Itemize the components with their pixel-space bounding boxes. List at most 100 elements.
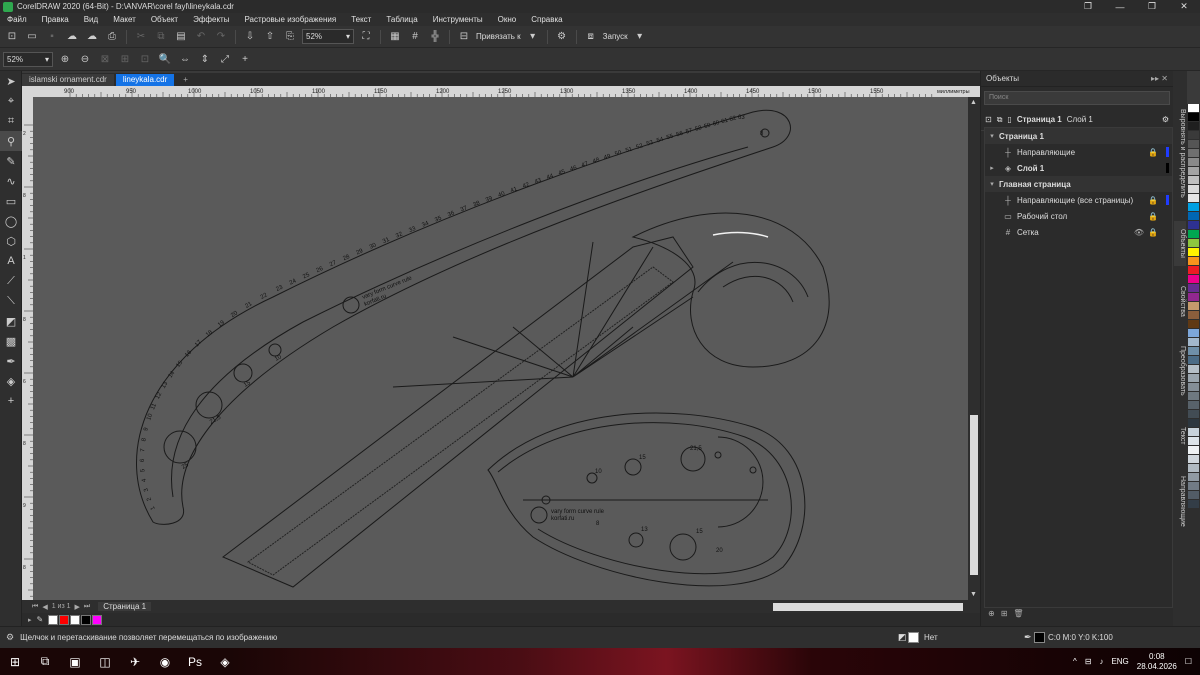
tray-chevron-icon[interactable]: ^ bbox=[1073, 657, 1077, 666]
tab-transform[interactable]: Преобразовать bbox=[1174, 336, 1186, 406]
zoom-level-combo[interactable]: 52% ▾ bbox=[302, 29, 354, 44]
new-tab-icon[interactable]: + bbox=[176, 74, 195, 86]
palette-color-swatch[interactable] bbox=[1188, 176, 1199, 185]
palette-color-swatch[interactable] bbox=[1188, 167, 1199, 176]
palette-color-swatch[interactable] bbox=[1188, 482, 1199, 491]
swatch-white[interactable] bbox=[70, 614, 81, 625]
swatch-red[interactable] bbox=[59, 614, 70, 625]
palette-color-swatch[interactable] bbox=[1188, 194, 1199, 203]
palette-color-swatch[interactable] bbox=[1188, 212, 1199, 221]
tree-row-guides[interactable]: ┼ Направляющие 🔒 bbox=[985, 144, 1172, 160]
lock-icon[interactable]: 🔒 bbox=[1148, 228, 1158, 237]
show-guidelines-icon[interactable]: ╬ bbox=[427, 29, 443, 45]
palette-color-swatch[interactable] bbox=[1188, 365, 1199, 374]
scroll-down-icon[interactable]: ▼ bbox=[970, 591, 977, 598]
paste-icon[interactable]: ▤ bbox=[173, 29, 189, 45]
menu-effects[interactable]: Эффекты bbox=[186, 15, 237, 24]
tab-islamski-ornament[interactable]: islamski ornament.cdr bbox=[22, 74, 114, 86]
scroll-up-icon[interactable]: ▲ bbox=[970, 99, 977, 106]
horizontal-ruler[interactable]: 900 950 1000 1050 1100 1150 1200 1250 1300 1350 14… bbox=[22, 86, 980, 97]
text-tool-icon[interactable]: A bbox=[0, 251, 22, 271]
palette-color-swatch[interactable] bbox=[1188, 383, 1199, 392]
palette-color-swatch[interactable] bbox=[1188, 185, 1199, 194]
palette-color-swatch[interactable] bbox=[1188, 257, 1199, 266]
palette-color-swatch[interactable] bbox=[1188, 311, 1199, 320]
palette-color-swatch[interactable] bbox=[1188, 275, 1199, 284]
zoom-page-icon[interactable]: ⊡ bbox=[137, 51, 153, 67]
volume-icon[interactable]: ♪ bbox=[1099, 657, 1103, 666]
objects-search-input[interactable]: Поиск bbox=[984, 91, 1170, 105]
shape-tool-icon[interactable]: ⌖ bbox=[0, 91, 22, 111]
palette-color-swatch[interactable] bbox=[1188, 410, 1199, 419]
palette-color-swatch[interactable] bbox=[1188, 302, 1199, 311]
tree-row-page1[interactable]: ▾ Страница 1 bbox=[985, 128, 1172, 144]
new-layer-icon[interactable]: ⊕ bbox=[988, 609, 995, 623]
swatch-black[interactable] bbox=[81, 614, 92, 625]
collapse-icon[interactable]: ▸▸ ✕ bbox=[1151, 74, 1168, 83]
expand-arrow-icon[interactable]: ▸ bbox=[985, 164, 999, 172]
open-folder-icon[interactable]: ▭ bbox=[24, 29, 40, 45]
palette-color-swatch[interactable] bbox=[1188, 122, 1199, 131]
outline-swatch[interactable] bbox=[1034, 632, 1045, 643]
add-icon[interactable]: + bbox=[237, 51, 253, 67]
palette-color-swatch[interactable] bbox=[1188, 293, 1199, 302]
palette-color-swatch[interactable] bbox=[1188, 419, 1199, 428]
next-page-icon[interactable]: ▶ bbox=[75, 603, 80, 611]
drop-shadow-icon[interactable]: ◩ bbox=[0, 311, 22, 331]
palette-color-swatch[interactable] bbox=[1188, 203, 1199, 212]
palette-color-swatch[interactable] bbox=[1188, 140, 1199, 149]
palette-color-swatch[interactable] bbox=[1188, 455, 1199, 464]
print-icon[interactable]: ⎙ bbox=[104, 29, 120, 45]
tree-row-master-page[interactable]: ▾ Главная страница bbox=[985, 176, 1172, 192]
menu-file[interactable]: Файл bbox=[0, 15, 35, 24]
tab-objects[interactable]: Объекты bbox=[1174, 221, 1186, 266]
horizontal-scroll-thumb[interactable] bbox=[773, 603, 963, 611]
outline-pen-icon[interactable]: ✒ bbox=[1024, 632, 1032, 643]
windows-start-icon[interactable]: ⊞ bbox=[0, 648, 30, 675]
vertical-ruler[interactable]: 281868981 bbox=[22, 97, 33, 600]
zoom-selected-icon[interactable]: ⊠ bbox=[97, 51, 113, 67]
palette-color-swatch[interactable] bbox=[1188, 473, 1199, 482]
maximize-button[interactable]: ❐ bbox=[1136, 0, 1168, 13]
swatch-none[interactable] bbox=[48, 614, 59, 625]
export-icon[interactable]: ⇧ bbox=[262, 29, 278, 45]
palette-color-swatch[interactable] bbox=[1188, 401, 1199, 410]
notifications-icon[interactable]: ☐ bbox=[1185, 657, 1192, 666]
minimize-button[interactable]: — bbox=[1104, 0, 1136, 13]
eyedropper-icon[interactable]: ✒ bbox=[0, 351, 22, 371]
palette-color-swatch[interactable] bbox=[1188, 428, 1199, 437]
full-screen-icon[interactable]: ⛶ bbox=[358, 29, 374, 45]
palette-color-swatch[interactable] bbox=[1188, 446, 1199, 455]
menu-text[interactable]: Текст bbox=[344, 15, 379, 24]
palette-color-swatch[interactable] bbox=[1188, 329, 1199, 338]
lock-icon[interactable]: 🔒 bbox=[1148, 148, 1158, 157]
palette-color-swatch[interactable] bbox=[1188, 437, 1199, 446]
menu-edit[interactable]: Правка bbox=[35, 15, 77, 24]
parallel-dimension-icon[interactable]: ⟋ bbox=[0, 271, 22, 291]
crop-tool-icon[interactable]: ⌗ bbox=[0, 111, 22, 131]
palette-color-swatch[interactable] bbox=[1188, 131, 1199, 140]
horizontal-scrollbar[interactable] bbox=[505, 602, 975, 612]
cloud-download-icon[interactable]: ☁ bbox=[84, 29, 100, 45]
current-page-label[interactable]: Страница 1 bbox=[1017, 115, 1062, 124]
palette-color-swatch[interactable] bbox=[1188, 338, 1199, 347]
snap-icon[interactable]: ⊟ bbox=[456, 29, 472, 45]
first-page-icon[interactable]: ⏮ bbox=[32, 603, 38, 611]
import-icon[interactable]: ⇩ bbox=[242, 29, 258, 45]
palette-color-swatch[interactable] bbox=[1188, 320, 1199, 329]
menu-layout[interactable]: Макет bbox=[106, 15, 144, 24]
prev-page-icon[interactable]: ◀ bbox=[42, 603, 47, 611]
freehand-tool-icon[interactable]: ✎ bbox=[0, 151, 22, 171]
clock[interactable]: 0:08 28.04.2026 bbox=[1137, 652, 1177, 672]
palette-color-swatch[interactable] bbox=[1188, 500, 1199, 509]
gear-icon[interactable]: ⚙ bbox=[6, 632, 14, 643]
menu-tools[interactable]: Инструменты bbox=[426, 15, 491, 24]
menu-view[interactable]: Вид bbox=[77, 15, 106, 24]
palette-color-swatch[interactable] bbox=[1188, 374, 1199, 383]
chevron-down-icon[interactable]: ▾ bbox=[525, 29, 541, 45]
tab-text[interactable]: Текст bbox=[1174, 416, 1186, 456]
palette-color-swatch[interactable] bbox=[1188, 158, 1199, 167]
telegram-icon[interactable]: ✈ bbox=[120, 648, 150, 675]
palette-color-swatch[interactable] bbox=[1188, 221, 1199, 230]
copy-icon[interactable]: ⧉ bbox=[153, 29, 169, 45]
